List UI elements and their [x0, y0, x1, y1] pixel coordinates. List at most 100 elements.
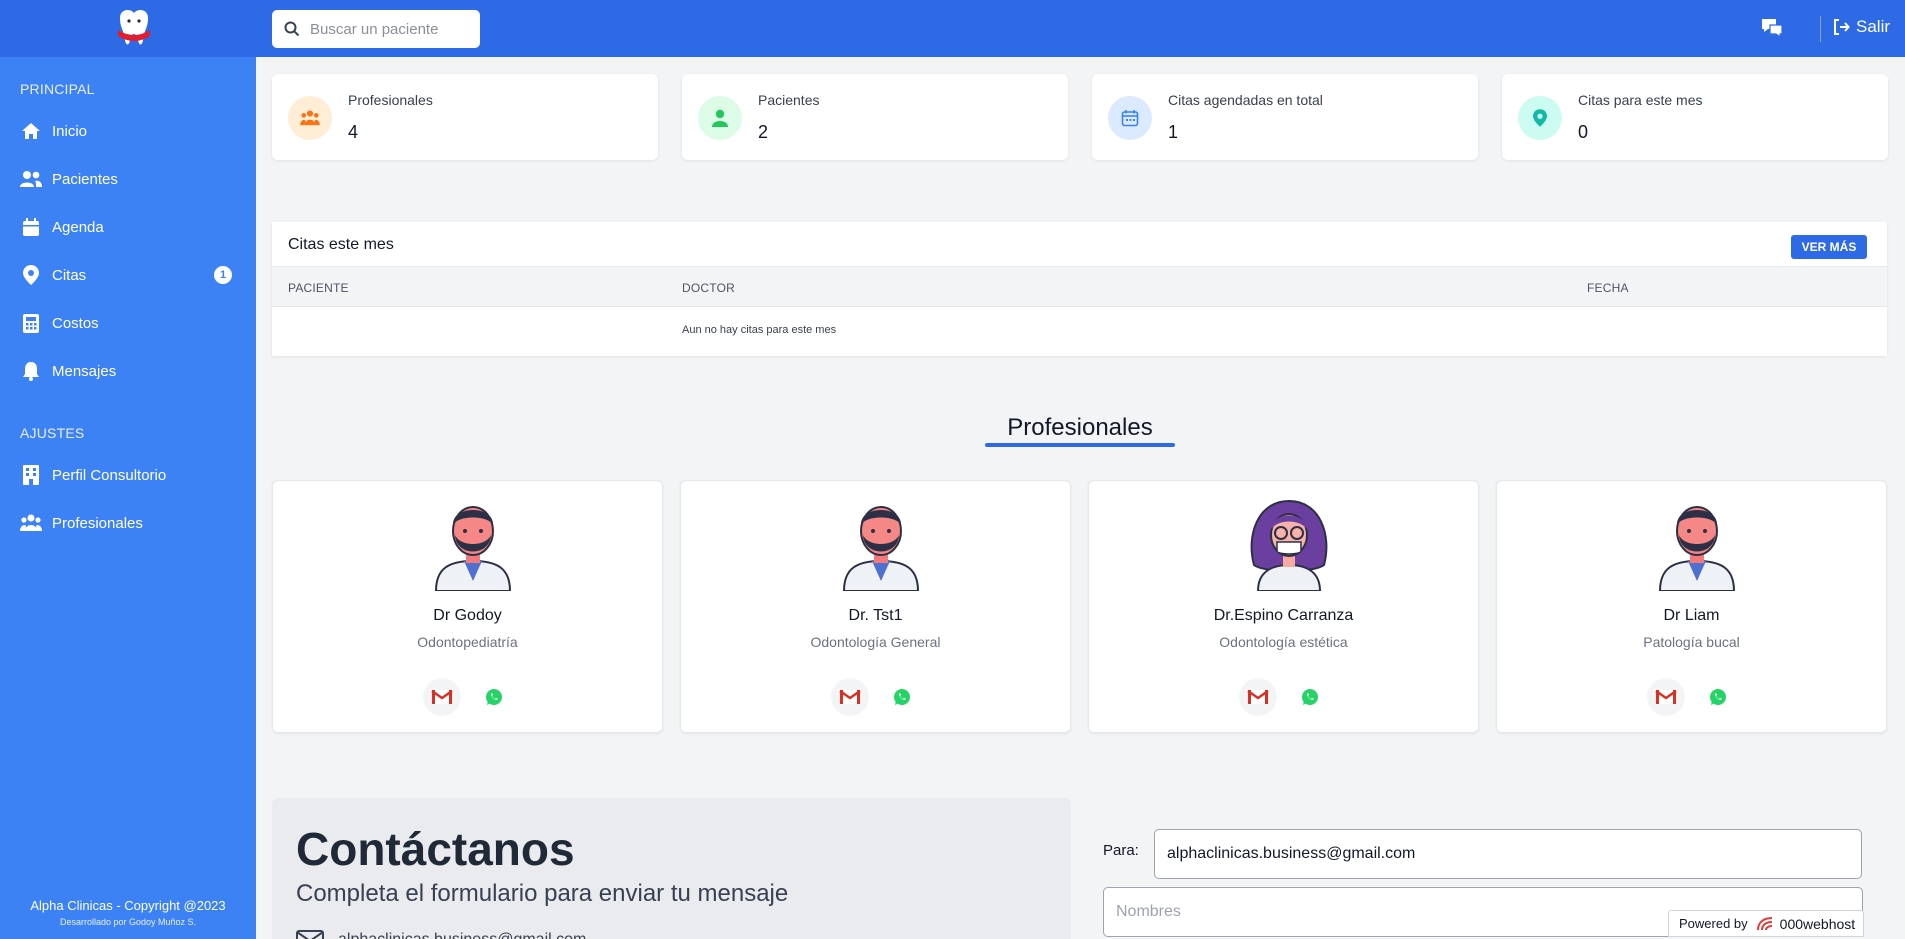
citas-title: Citas este mes: [288, 236, 394, 253]
chat-icon[interactable]: [1760, 17, 1784, 39]
search-box[interactable]: [272, 10, 480, 48]
calendar-icon: [20, 216, 42, 238]
000webhost-logo-icon: [1756, 916, 1772, 930]
doctor-avatar-icon: [434, 506, 512, 591]
professional-card: Dr Liam Patología bucal: [1496, 480, 1887, 733]
calculator-icon: [20, 312, 42, 334]
sidebar-item-label: Inicio: [52, 122, 88, 140]
user-icon: [698, 96, 742, 140]
sidebar: PRINCIPAL Inicio Pacientes Agenda Citas …: [0, 57, 256, 939]
search-icon: [284, 21, 300, 37]
professional-card: Dr Godoy Odontopediatría: [272, 480, 663, 733]
developer-text: Desarrollado por Godoy Muñoz S.: [59, 917, 197, 927]
heading-underline: [985, 443, 1175, 447]
stat-card-pacientes: Pacientes 2: [682, 74, 1068, 160]
sidebar-item-label: Perfil Consultorio: [52, 466, 167, 484]
profesionales-heading: Profesionales: [1007, 414, 1153, 441]
para-email-field[interactable]: [1154, 829, 1862, 879]
group-icon: [20, 512, 42, 534]
stat-card-citas-total: Citas agendadas en total 1: [1092, 74, 1478, 160]
sidebar-item-profesionales[interactable]: Profesionales: [20, 508, 236, 538]
stat-card-profesionales: Profesionales 4: [272, 74, 658, 160]
professional-specialty: Patología bucal: [1643, 634, 1740, 650]
calendar-icon: [1108, 96, 1152, 140]
whatsapp-icon[interactable]: [893, 688, 911, 706]
sidebar-item-costos[interactable]: Costos: [20, 308, 236, 338]
gmail-icon: [839, 690, 861, 704]
empty-table-message: Aun no hay citas para este mes: [682, 324, 837, 336]
gmail-button[interactable]: [831, 678, 869, 716]
sidebar-footer: Alpha Clinicas - Copyright @2023 Desarro…: [0, 898, 256, 927]
sidebar-item-citas[interactable]: Citas 1: [20, 260, 236, 290]
section-principal: PRINCIPAL: [20, 81, 95, 97]
sidebar-item-label: Costos: [52, 314, 99, 332]
whatsapp-icon[interactable]: [485, 688, 503, 706]
top-bar: Salir: [0, 0, 1905, 57]
stat-label: Profesionales: [348, 92, 433, 108]
gmail-icon: [1655, 690, 1677, 704]
sidebar-item-label: Mensajes: [52, 362, 117, 380]
logout-icon: [1834, 19, 1850, 35]
column-header: FECHA: [1587, 281, 1629, 295]
sidebar-item-label: Citas: [52, 266, 87, 284]
doctor-avatar-icon: [842, 506, 920, 591]
map-pin-icon: [20, 264, 42, 286]
sidebar-item-pacientes[interactable]: Pacientes: [20, 164, 236, 194]
powered-by-badge[interactable]: Powered by 000webhost: [1668, 910, 1864, 937]
powered-label: Powered by: [1679, 916, 1748, 931]
gmail-icon: [431, 690, 453, 704]
contact-email-row: alphaclinicas.business@gmail.com: [296, 930, 586, 939]
sidebar-item-perfil-consultorio[interactable]: Perfil Consultorio: [20, 460, 236, 490]
home-icon: [20, 120, 42, 142]
sidebar-item-label: Agenda: [52, 218, 104, 236]
logout-button[interactable]: Salir: [1832, 17, 1890, 37]
professional-card: Dr.Espino Carranza Odontología estética: [1088, 480, 1479, 733]
professional-name: Dr Liam: [1663, 607, 1720, 624]
contact-email: alphaclinicas.business@gmail.com: [338, 931, 586, 939]
citas-table-card: Citas este mes VER MÁS PACIENTE DOCTOR F…: [272, 222, 1887, 356]
doctor-avatar-icon: [1658, 506, 1736, 591]
sidebar-item-agenda[interactable]: Agenda: [20, 212, 236, 242]
envelope-icon: [296, 930, 324, 939]
sidebar-item-inicio[interactable]: Inicio: [20, 116, 236, 146]
group-icon: [288, 96, 332, 140]
map-pin-icon: [1518, 96, 1562, 140]
professional-card: Dr. Tst1 Odontología General: [680, 480, 1071, 733]
stat-label: Citas agendadas en total: [1168, 92, 1323, 108]
sidebar-item-mensajes[interactable]: Mensajes: [20, 356, 236, 386]
professional-name: Dr.Espino Carranza: [1213, 607, 1354, 624]
sidebar-item-label: Profesionales: [52, 514, 143, 532]
building-icon: [20, 464, 42, 486]
copyright-text: Alpha Clinicas - Copyright @2023: [30, 898, 226, 913]
professional-specialty: Odontología General: [810, 634, 941, 650]
citas-count-badge: 1: [214, 266, 232, 284]
stat-value: 2: [758, 122, 769, 142]
gmail-button[interactable]: [1239, 678, 1277, 716]
stat-value: 0: [1578, 122, 1589, 142]
professional-name: Dr. Tst1: [848, 607, 903, 624]
bell-icon: [20, 360, 42, 382]
stat-value: 4: [348, 122, 359, 142]
stat-label: Citas para este mes: [1578, 92, 1703, 108]
gmail-button[interactable]: [1647, 678, 1685, 716]
contact-section: Contáctanos Completa el formulario para …: [272, 798, 1071, 939]
column-header: DOCTOR: [682, 281, 735, 295]
stat-label: Pacientes: [758, 92, 820, 108]
brand-name: 000webhost: [1779, 915, 1856, 932]
whatsapp-icon[interactable]: [1301, 688, 1319, 706]
sidebar-item-label: Pacientes: [52, 170, 118, 188]
tooth-logo-icon[interactable]: [112, 6, 156, 50]
top-divider: [1820, 16, 1821, 42]
contact-heading: Contáctanos: [296, 823, 575, 875]
table-header: PACIENTE DOCTOR FECHA: [272, 266, 1887, 307]
users-icon: [20, 168, 42, 190]
stat-card-citas-mes: Citas para este mes 0: [1502, 74, 1888, 160]
column-header: PACIENTE: [288, 281, 349, 295]
search-input[interactable]: [310, 20, 460, 38]
gmail-button[interactable]: [423, 678, 461, 716]
whatsapp-icon[interactable]: [1709, 688, 1727, 706]
doctor-female-avatar-icon: [1250, 499, 1328, 591]
ver-mas-button[interactable]: VER MÁS: [1791, 235, 1867, 259]
stat-value: 1: [1168, 122, 1179, 142]
professional-name: Dr Godoy: [433, 607, 502, 624]
